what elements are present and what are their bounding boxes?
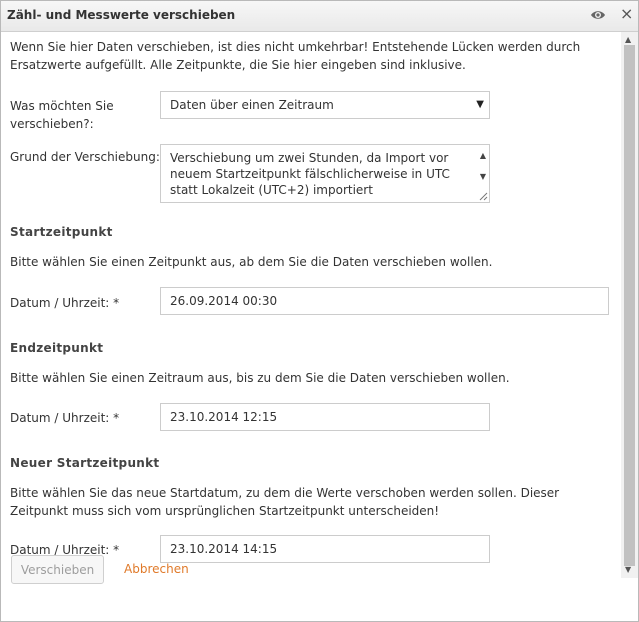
move-button[interactable]: Verschieben (11, 555, 104, 584)
close-icon[interactable]: × (620, 6, 633, 22)
start-datetime-label: Datum / Uhrzeit: * (10, 296, 120, 310)
cancel-link[interactable]: Abbrechen (124, 562, 189, 576)
new-start-description: Bitte wählen Sie das neue Startdatum, zu… (10, 486, 560, 518)
caret-down-icon: ▼ (476, 99, 484, 110)
end-datetime-label: Datum / Uhrzeit: * (10, 411, 120, 425)
eye-icon[interactable] (590, 8, 606, 22)
reason-textarea[interactable]: Verschiebung um zwei Stunden, da Import … (160, 144, 490, 203)
what-select[interactable]: Daten über einen Zeitraum ▼ (160, 91, 490, 119)
end-description: Bitte wählen Sie einen Zeitraum aus, bis… (10, 371, 510, 385)
reason-label: Grund der Verschiebung: * (10, 150, 170, 164)
dialog-titlebar: Zähl- und Messwerte verschieben × (1, 1, 638, 32)
end-heading: Endzeitpunkt (10, 341, 104, 355)
scroll-up-icon[interactable]: ▲ (480, 148, 486, 164)
new-start-datetime-input[interactable]: 23.10.2014 14:15 (160, 535, 490, 563)
start-description: Bitte wählen Sie einen Zeitpunkt aus, ab… (10, 255, 493, 269)
dialog: Zähl- und Messwerte verschieben × Wenn S… (0, 0, 639, 622)
new-start-heading: Neuer Startzeitpunkt (10, 456, 160, 470)
scroll-down-icon[interactable]: ▼ (480, 169, 486, 185)
end-datetime-input[interactable]: 23.10.2014 12:15 (160, 403, 490, 431)
what-select-value: Daten über einen Zeitraum (170, 98, 334, 112)
reason-text: Verschiebung um zwei Stunden, da Import … (170, 151, 450, 197)
dialog-title: Zähl- und Messwerte verschieben (7, 8, 236, 22)
vertical-scrollbar[interactable]: ▲ ▼ (621, 32, 638, 578)
scrollbar-thumb[interactable] (624, 45, 635, 566)
scroll-up-icon[interactable]: ▲ (625, 35, 631, 44)
start-heading: Startzeitpunkt (10, 225, 113, 239)
what-label: Was möchten Sie verschieben?: (10, 99, 114, 131)
dialog-content: Wenn Sie hier Daten verschieben, ist die… (1, 32, 621, 621)
start-datetime-input[interactable]: 26.09.2014 00:30 (160, 287, 609, 315)
scroll-down-icon[interactable]: ▼ (625, 565, 631, 574)
resize-handle-icon[interactable] (479, 192, 488, 201)
intro-text: Wenn Sie hier Daten verschieben, ist die… (10, 40, 581, 72)
